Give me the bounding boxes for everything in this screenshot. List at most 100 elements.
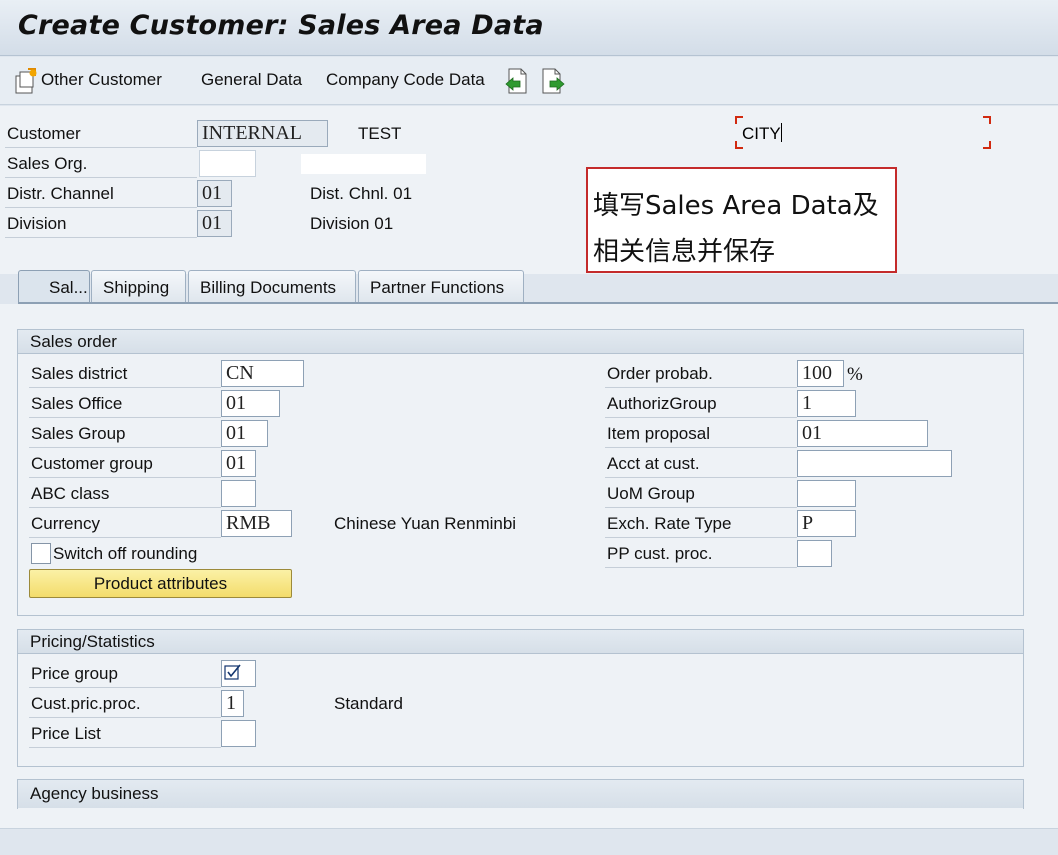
cust-pric-proc-underline: [29, 717, 221, 718]
pp-cust-proc-label: PP cust. proc.: [607, 544, 713, 563]
price-list-underline: [29, 747, 221, 748]
annotation-callout: 填写Sales Area Data及 相关信息并保存: [586, 167, 897, 273]
currency-label: Currency: [31, 514, 100, 533]
currency-description: Chinese Yuan Renminbi: [334, 514, 517, 533]
application-toolbar: Other Customer General Data Company Code…: [0, 57, 1058, 105]
price-list-label: Price List: [31, 724, 101, 743]
sales-org-label: Sales Org.: [7, 154, 88, 173]
price-group-field[interactable]: [221, 660, 256, 687]
switch-off-rounding-checkbox[interactable]: [31, 543, 51, 564]
acct-at-cust-underline: [605, 477, 797, 478]
tab-sales[interactable]: Sal...: [18, 270, 90, 303]
customer-field[interactable]: INTERNAL: [197, 120, 328, 147]
city-field[interactable]: CITY: [735, 116, 991, 149]
cust-pric-proc-description: Standard: [334, 694, 403, 713]
sales-org-field[interactable]: [199, 150, 256, 177]
uom-group-underline: [605, 507, 797, 508]
sales-district-label: Sales district: [31, 364, 128, 383]
annotation-line-1: 填写Sales Area Data及: [593, 191, 879, 221]
other-customer-icon[interactable]: [13, 67, 39, 95]
text-cursor: [781, 123, 782, 142]
switch-off-rounding-label: Switch off rounding: [53, 544, 198, 563]
price-group-check-icon: [224, 664, 241, 680]
exch-rate-type-underline: [605, 537, 797, 538]
price-group-label: Price group: [31, 664, 118, 683]
abc-class-field[interactable]: [221, 480, 256, 507]
window-title: Create Customer: Sales Area Data: [18, 10, 544, 41]
authoriz-group-label: AuthorizGroup: [607, 394, 717, 413]
tab-partner-functions[interactable]: Partner Functions: [358, 270, 524, 303]
next-screen-icon[interactable]: [540, 67, 566, 95]
product-attributes-button[interactable]: Product attributes: [29, 569, 292, 598]
acct-at-cust-field[interactable]: [797, 450, 952, 477]
sales-district-underline: [29, 387, 221, 388]
customer-group-field[interactable]: 01: [221, 450, 256, 477]
group-pricing-statistics-title: Pricing/Statistics: [18, 630, 1023, 654]
sales-group-underline: [29, 447, 221, 448]
price-list-field[interactable]: [221, 720, 256, 747]
currency-underline: [29, 537, 221, 538]
customer-name: TEST: [358, 124, 402, 143]
item-proposal-underline: [605, 447, 797, 448]
acct-at-cust-label: Acct at cust.: [607, 454, 700, 473]
other-customer-button[interactable]: Other Customer: [41, 70, 162, 90]
pp-cust-proc-underline: [605, 567, 797, 568]
city-value: CITY: [742, 124, 781, 143]
division-label-underline: [5, 237, 197, 238]
customer-label: Customer: [7, 124, 81, 143]
price-group-underline: [29, 687, 221, 688]
distr-channel-label-underline: [5, 207, 197, 208]
sales-group-label: Sales Group: [31, 424, 126, 443]
distr-channel-field[interactable]: 01: [197, 180, 232, 207]
exch-rate-type-label: Exch. Rate Type: [607, 514, 732, 533]
customer-group-underline: [29, 477, 221, 478]
sales-group-field[interactable]: 01: [221, 420, 268, 447]
pp-cust-proc-field[interactable]: [797, 540, 832, 567]
sales-district-field[interactable]: CN: [221, 360, 304, 387]
tab-sales-label: Sal...: [49, 278, 88, 297]
order-probab-label: Order probab.: [607, 364, 713, 383]
cust-pric-proc-label: Cust.pric.proc.: [31, 694, 141, 713]
abc-class-label: ABC class: [31, 484, 110, 503]
sales-office-label: Sales Office: [31, 394, 123, 413]
authoriz-group-field[interactable]: 1: [797, 390, 856, 417]
order-probab-underline: [605, 387, 797, 388]
exch-rate-type-field[interactable]: P: [797, 510, 856, 537]
distr-channel-description: Dist. Chnl. 01: [310, 184, 413, 203]
customer-label-underline: [5, 147, 197, 148]
tab-strip: Sal... Shipping Billing Documents Partne…: [0, 270, 1058, 304]
abc-class-underline: [29, 507, 221, 508]
cust-pric-proc-field[interactable]: 1: [221, 690, 244, 717]
annotation-line-2: 相关信息并保存: [593, 237, 776, 267]
customer-group-label: Customer group: [31, 454, 153, 473]
company-code-data-button[interactable]: Company Code Data: [326, 70, 485, 90]
order-probab-field[interactable]: 100: [797, 360, 844, 387]
division-description: Division 01: [310, 214, 394, 233]
tab-shipping-label: Shipping: [103, 278, 170, 297]
authoriz-group-underline: [605, 417, 797, 418]
division-field[interactable]: 01: [197, 210, 232, 237]
tab-billing-documents[interactable]: Billing Documents: [188, 270, 356, 303]
division-label: Division: [7, 214, 67, 233]
sales-org-label-underline: [5, 177, 197, 178]
tab-billing-documents-label: Billing Documents: [200, 278, 337, 297]
item-proposal-field[interactable]: 01: [797, 420, 928, 447]
uom-group-label: UoM Group: [607, 484, 695, 503]
distr-channel-label: Distr. Channel: [7, 184, 114, 203]
currency-field[interactable]: RMB: [221, 510, 292, 537]
group-agency-business-title: Agency business: [18, 780, 1023, 808]
sales-org-description: [301, 154, 426, 174]
sales-office-underline: [29, 417, 221, 418]
item-proposal-label: Item proposal: [607, 424, 710, 443]
group-agency-business: Agency business: [17, 779, 1024, 809]
status-bar: [0, 828, 1058, 855]
tab-shipping[interactable]: Shipping: [91, 270, 186, 303]
tab-partner-functions-label: Partner Functions: [370, 278, 505, 297]
title-bar: Create Customer: Sales Area Data: [0, 0, 1058, 56]
previous-screen-icon[interactable]: [504, 67, 530, 95]
order-probab-unit: %: [847, 364, 863, 385]
general-data-button[interactable]: General Data: [201, 70, 302, 90]
uom-group-field[interactable]: [797, 480, 856, 507]
sales-office-field[interactable]: 01: [221, 390, 280, 417]
group-sales-order-title: Sales order: [18, 330, 1023, 354]
